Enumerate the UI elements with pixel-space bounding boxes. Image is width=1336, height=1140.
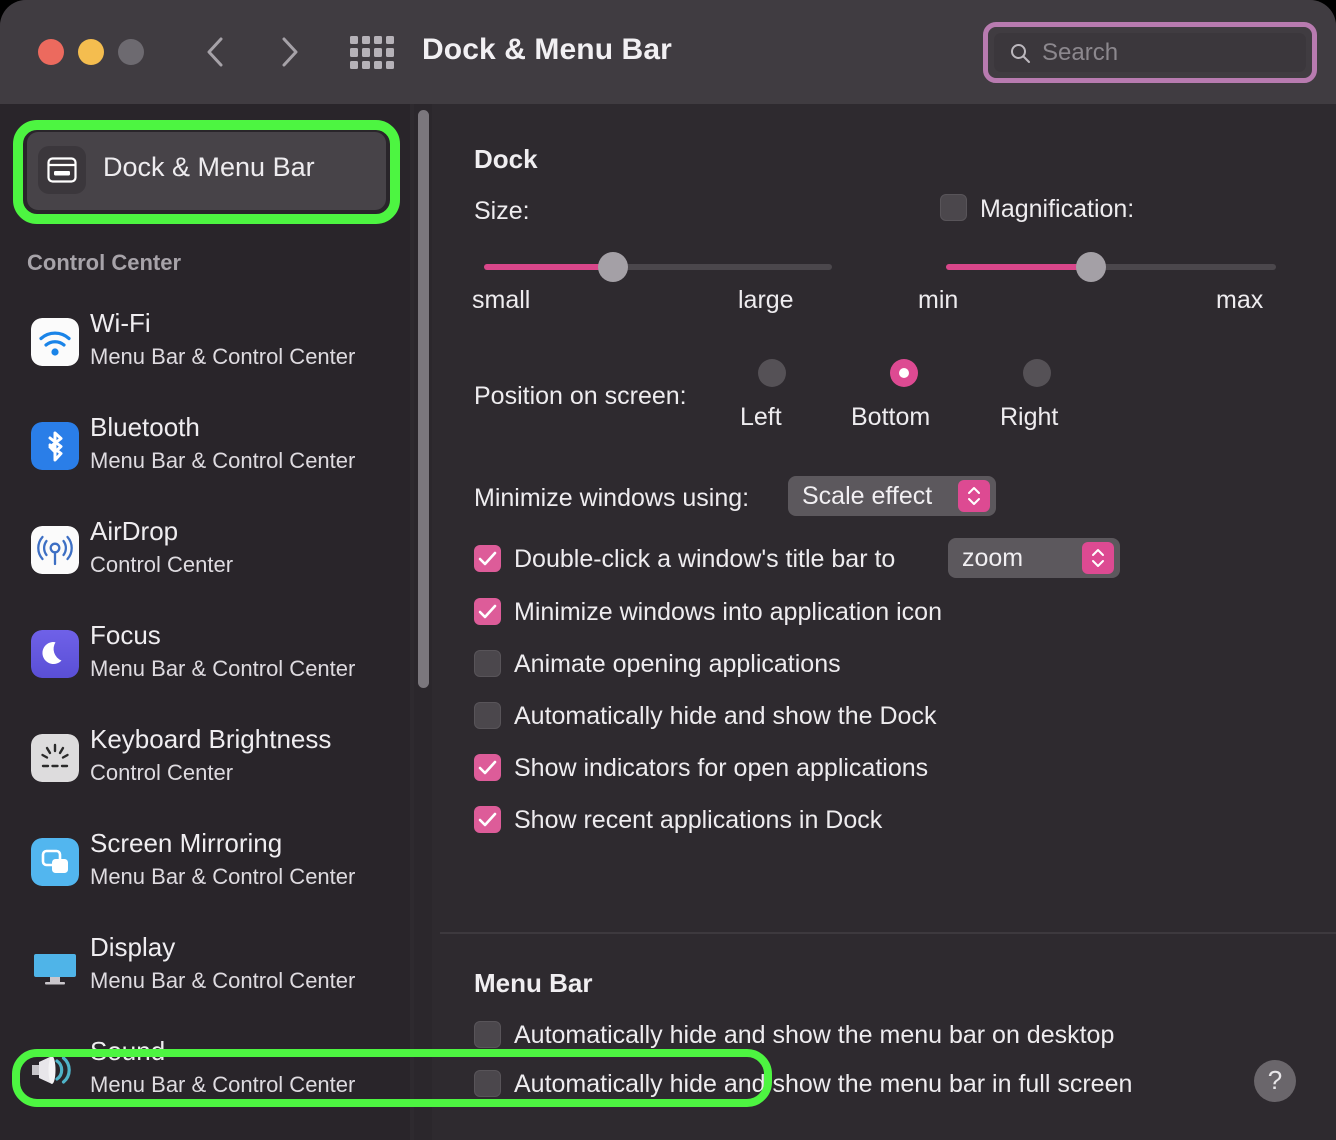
radio-button-selected[interactable] xyxy=(890,359,918,387)
screen-mirroring-icon xyxy=(31,838,79,886)
window-titlebar: Dock & Menu Bar xyxy=(0,0,1336,104)
system-preferences-window: Dock & Menu Bar Search Dock & Menu Bar C… xyxy=(0,0,1336,1140)
auto-hide-dock-label: Automatically hide and show the Dock xyxy=(514,702,937,730)
sidebar-item-label: Dock & Menu Bar xyxy=(103,152,315,182)
dock-window-icon xyxy=(38,146,86,194)
show-recent-apps-checkbox[interactable] xyxy=(474,806,501,833)
sidebar-item-title: Display xyxy=(90,932,176,962)
keyboard-brightness-icon xyxy=(31,734,79,782)
chevron-up-down-icon xyxy=(1082,542,1114,574)
magnification-label: Magnification: xyxy=(980,195,1135,223)
dock-size-label: Size: xyxy=(474,197,530,225)
slider-knob[interactable] xyxy=(597,252,628,282)
dock-section-header: Dock xyxy=(474,144,538,174)
show-all-grid-icon[interactable] xyxy=(350,36,394,69)
double-click-action-popup-button[interactable]: zoom xyxy=(948,538,1120,578)
sidebar-item-wi-fi[interactable]: Wi-Fi Menu Bar & Control Center xyxy=(0,300,410,404)
show-indicators-checkbox[interactable] xyxy=(474,754,501,781)
search-input[interactable] xyxy=(1042,39,1292,67)
minimize-effect-popup-button[interactable]: Scale effect xyxy=(788,476,996,516)
sidebar-item-title: Screen Mirroring xyxy=(90,828,283,858)
minimize-into-icon-label: Minimize windows into application icon xyxy=(514,598,942,626)
radio-button[interactable] xyxy=(758,359,786,387)
zoom-button[interactable] xyxy=(118,39,144,65)
dock-size-min-label: small xyxy=(472,286,531,314)
double-click-label: Double-click a window's title bar to xyxy=(514,545,896,573)
minimize-into-icon-checkbox[interactable] xyxy=(474,598,501,625)
popup-value: Scale effect xyxy=(802,482,933,510)
moon-focus-icon xyxy=(31,630,79,678)
bluetooth-icon xyxy=(31,422,79,470)
sidebar-item-subtitle: Menu Bar & Control Center xyxy=(90,344,356,369)
position-option-label: Right xyxy=(1000,403,1059,431)
sidebar-item-keyboard-brightness[interactable]: Keyboard Brightness Control Center xyxy=(0,716,410,820)
section-divider xyxy=(440,932,1336,934)
animate-opening-label: Animate opening applications xyxy=(514,650,841,678)
preferences-sidebar: Dock & Menu Bar Control Center Wi-Fi Men… xyxy=(0,104,410,1140)
popup-value: zoom xyxy=(962,544,1024,572)
minimize-effect-label: Minimize windows using: xyxy=(474,484,750,512)
sidebar-item-subtitle: Control Center xyxy=(90,552,234,577)
chevron-left-icon[interactable] xyxy=(198,31,232,73)
chevron-right-icon[interactable] xyxy=(273,31,307,73)
slider-fill xyxy=(484,264,613,270)
sidebar-item-title: Keyboard Brightness xyxy=(90,724,332,754)
slider-fill xyxy=(946,264,1092,270)
sidebar-item-subtitle: Menu Bar & Control Center xyxy=(90,864,356,889)
magnification-checkbox[interactable] xyxy=(940,194,967,221)
sidebar-group-header: Control Center xyxy=(27,250,181,275)
sidebar-item-bluetooth[interactable]: Bluetooth Menu Bar & Control Center xyxy=(0,404,410,508)
slider-knob[interactable] xyxy=(1076,252,1107,282)
menubar-hide-desktop-checkbox[interactable] xyxy=(474,1021,501,1048)
dock-magnification-slider[interactable] xyxy=(946,252,1276,282)
position-on-screen-label: Position on screen: xyxy=(474,382,687,410)
search-highlight-annotation xyxy=(983,22,1317,83)
search-icon xyxy=(1008,41,1032,65)
animate-opening-checkbox[interactable] xyxy=(474,650,501,677)
show-recent-apps-label: Show recent applications in Dock xyxy=(514,806,883,834)
show-indicators-label: Show indicators for open applications xyxy=(514,754,929,782)
auto-hide-dock-checkbox[interactable] xyxy=(474,702,501,729)
radio-button[interactable] xyxy=(1023,359,1051,387)
sidebar-item-subtitle: Menu Bar & Control Center xyxy=(90,968,356,993)
menubar-hide-desktop-label: Automatically hide and show the menu bar… xyxy=(514,1021,1115,1049)
sidebar-item-display[interactable]: Display Menu Bar & Control Center xyxy=(0,924,410,1028)
sidebar-item-title: Focus xyxy=(90,620,161,650)
dock-size-max-label: large xyxy=(738,286,794,314)
sidebar-item-airdrop[interactable]: AirDrop Control Center xyxy=(0,508,410,612)
sidebar-item-focus[interactable]: Focus Menu Bar & Control Center xyxy=(0,612,410,716)
sidebar-item-title: Wi-Fi xyxy=(90,308,151,338)
position-option-label: Bottom xyxy=(851,403,931,431)
sidebar-item-screen-mirroring[interactable]: Screen Mirroring Menu Bar & Control Cent… xyxy=(0,820,410,924)
menu-bar-section-header: Menu Bar xyxy=(474,968,593,998)
display-icon xyxy=(31,942,79,990)
sidebar-item-subtitle: Menu Bar & Control Center xyxy=(90,448,356,473)
double-click-checkbox[interactable] xyxy=(474,545,501,572)
magnification-max-label: max xyxy=(1216,286,1264,314)
sidebar-item-title: AirDrop xyxy=(90,516,179,546)
airdrop-icon xyxy=(31,526,79,574)
position-option-label: Left xyxy=(740,403,782,431)
chevron-up-down-icon xyxy=(958,480,990,512)
sidebar-scrollbar-thumb[interactable] xyxy=(418,110,429,688)
dock-size-slider[interactable] xyxy=(484,252,832,282)
sidebar-item-subtitle: Control Center xyxy=(90,760,234,785)
minimize-button[interactable] xyxy=(78,39,104,65)
menubar-fullscreen-highlight-annotation xyxy=(12,1049,772,1107)
sidebar-item-subtitle: Menu Bar & Control Center xyxy=(90,656,356,681)
search-field[interactable] xyxy=(994,33,1306,72)
help-button-label: ? xyxy=(1267,1065,1283,1095)
magnification-min-label: min xyxy=(918,286,959,314)
wifi-icon xyxy=(31,318,79,366)
page-title: Dock & Menu Bar xyxy=(422,33,672,66)
sidebar-item-title: Bluetooth xyxy=(90,412,200,442)
sidebar-item-dock-menu-bar[interactable]: Dock & Menu Bar xyxy=(27,132,386,210)
preferences-main-pane: Dock Size: small large Magnification: mi… xyxy=(440,104,1336,1140)
help-button[interactable]: ? xyxy=(1254,1060,1296,1102)
close-button[interactable] xyxy=(38,39,64,65)
